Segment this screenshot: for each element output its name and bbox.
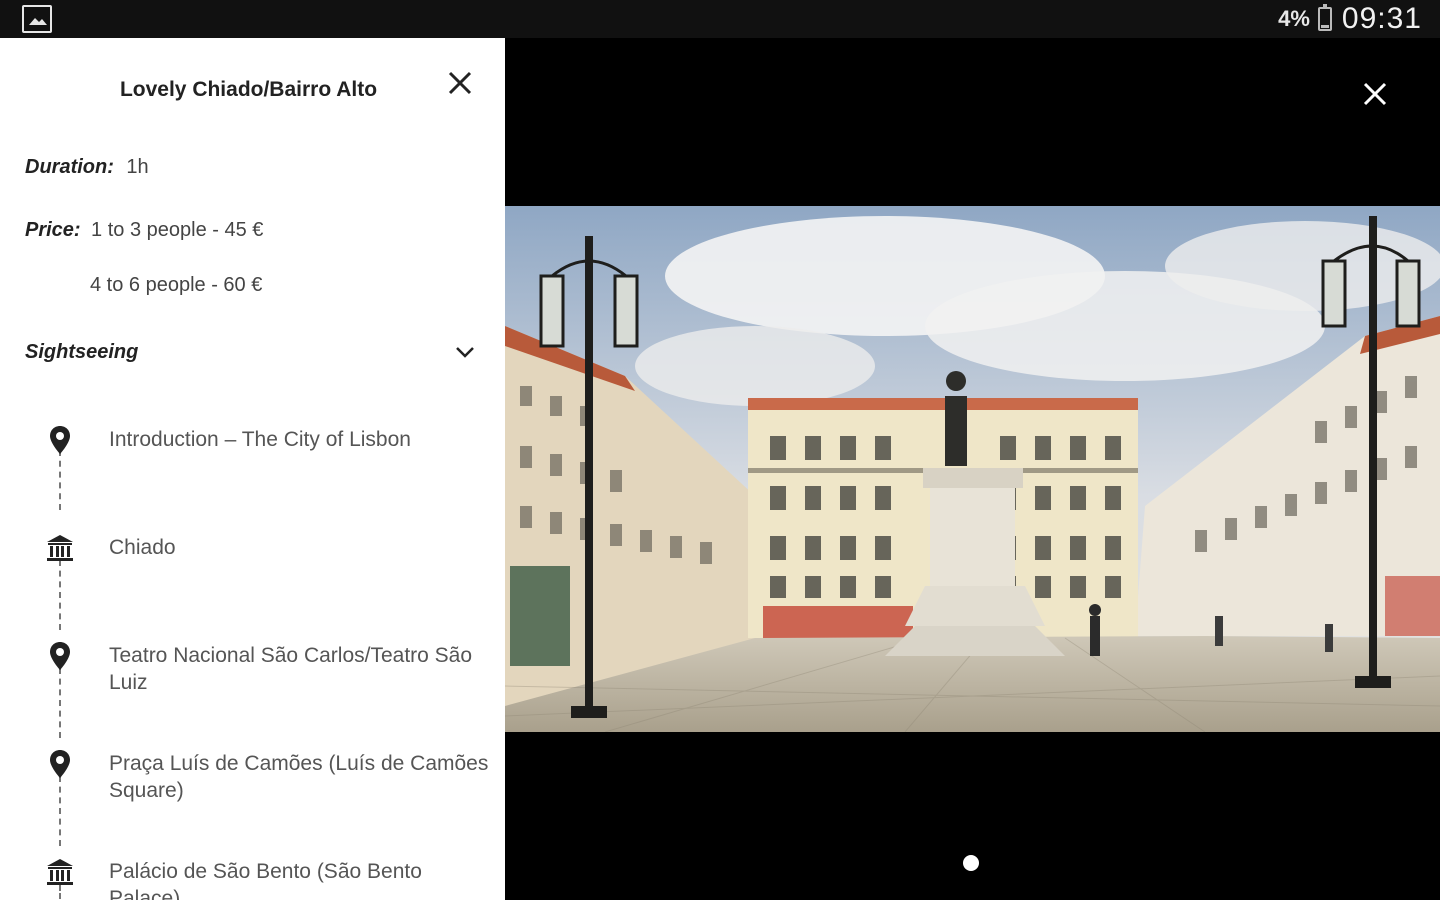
chevron-down-icon <box>456 347 474 358</box>
price-row-2: 4 to 6 people - 60 € <box>90 274 262 297</box>
battery-icon <box>1317 4 1332 31</box>
tour-detail-panel: Lovely Chiado/Bairro Alto Duration: 1h P… <box>0 38 505 900</box>
timeline-stop-text: Introduction – The City of Lisbon <box>109 428 411 451</box>
status-left <box>22 5 52 33</box>
battery-percentage: 4% <box>1278 6 1310 31</box>
timeline-stop-text: Teatro Nacional São Carlos/Teatro São Lu… <box>109 644 473 694</box>
timeline-stop-text: Palácio de São Bento (São Bento Palace) <box>109 860 422 900</box>
museum-icon <box>47 535 73 561</box>
location-pin-icon <box>50 750 70 778</box>
sightseeing-label: Sightseeing <box>25 340 139 363</box>
clock: 09:31 <box>1341 2 1422 35</box>
price-option: 1 to 3 people - 45 € <box>91 219 264 241</box>
image-viewer <box>505 38 1440 900</box>
duration-value: 1h <box>126 156 149 178</box>
timeline-stop-text: Chiado <box>109 536 176 559</box>
duration-label: Duration: <box>25 156 114 178</box>
price-row: Price: 1 to 3 people - 45 € <box>25 219 263 242</box>
close-icon <box>1363 82 1387 106</box>
price-label: Price: <box>25 219 81 241</box>
timeline-connector <box>59 776 61 846</box>
timeline-connector <box>59 450 61 510</box>
square-photo-illustration <box>505 206 1440 732</box>
close-icon <box>448 71 472 95</box>
sightseeing-toggle[interactable]: Sightseeing <box>25 340 485 364</box>
timeline-connector <box>59 668 61 738</box>
location-pin-icon <box>50 642 70 670</box>
page-indicator-dot[interactable] <box>963 855 979 871</box>
timeline-stop-text: Praça Luís de Camões (Luís de Camões Squ… <box>109 752 489 802</box>
tour-photo[interactable] <box>505 206 1440 732</box>
duration-row: Duration: 1h <box>25 156 149 179</box>
close-panel-button[interactable] <box>443 66 477 100</box>
close-viewer-button[interactable] <box>1359 78 1391 110</box>
status-right: 4% 09:31 <box>1278 2 1422 36</box>
museum-icon <box>47 859 73 885</box>
price-option: 4 to 6 people - 60 € <box>90 274 263 296</box>
status-bar: 4% 09:31 <box>0 0 1440 38</box>
tour-title: Lovely Chiado/Bairro Alto <box>119 78 378 101</box>
location-pin-icon <box>50 426 70 454</box>
timeline-connector <box>59 560 61 630</box>
gallery-icon <box>22 5 52 33</box>
